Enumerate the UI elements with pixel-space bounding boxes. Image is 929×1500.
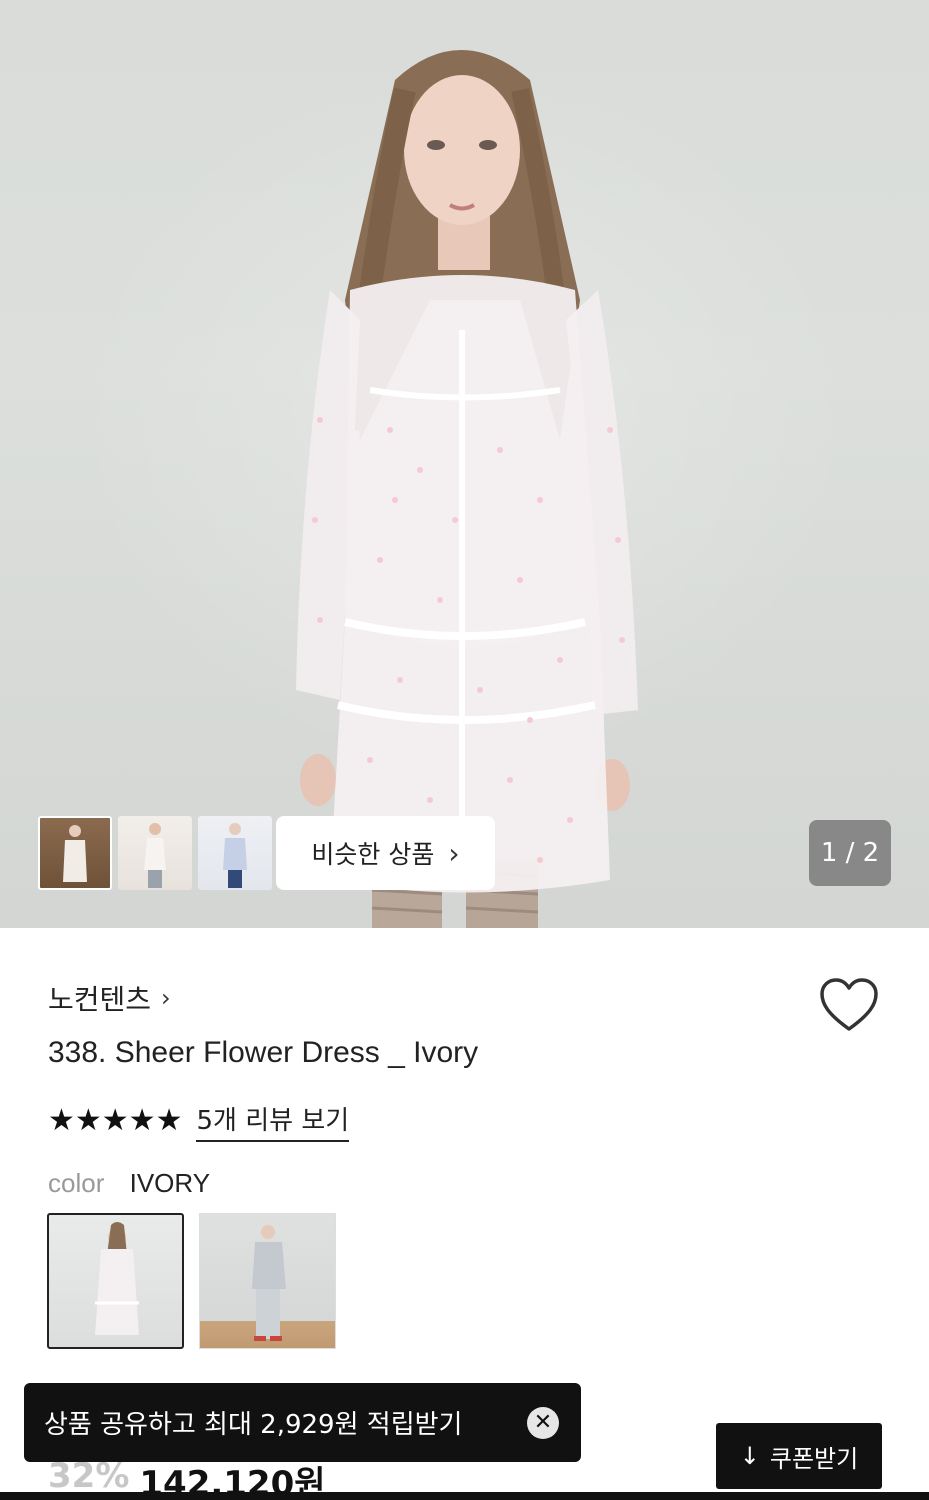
download-icon: ↓	[739, 1442, 760, 1470]
chevron-right-icon: ›	[161, 984, 171, 1012]
coupon-download-button[interactable]: ↓ 쿠폰받기	[716, 1423, 882, 1489]
thumbnail-figure	[223, 823, 247, 888]
gallery-thumbnail-1[interactable]	[38, 816, 112, 890]
brand-name: 노컨텐츠	[48, 983, 152, 1016]
gallery-thumbnail-2[interactable]	[118, 816, 192, 890]
model-photo	[296, 50, 638, 928]
bottom-bar	[0, 1492, 929, 1500]
color-option-2[interactable]	[199, 1213, 336, 1349]
brand-link[interactable]: 노컨텐츠 ›	[48, 978, 171, 1018]
image-page-indicator: 1 / 2	[809, 820, 891, 886]
chevron-right-icon: ›	[448, 836, 460, 870]
heart-icon[interactable]	[818, 976, 880, 1034]
share-reward-toast[interactable]: 상품 공유하고 최대 2,929원 적립받기 ✕	[24, 1383, 581, 1462]
rating-row: ★★★★★ 5개 리뷰 보기	[48, 1100, 350, 1142]
gallery-thumbnail-3[interactable]	[198, 816, 272, 890]
close-icon[interactable]: ✕	[527, 1407, 559, 1439]
color-label: color	[48, 1168, 105, 1198]
color-value: IVORY	[129, 1168, 211, 1198]
thumbnail-figure	[144, 823, 166, 888]
swatch-figure	[95, 1222, 139, 1335]
coupon-label: 쿠폰받기	[769, 1444, 859, 1473]
swatch-figure	[252, 1225, 286, 1341]
review-link[interactable]: 5개 리뷰 보기	[196, 1100, 350, 1142]
color-option-ivory[interactable]	[47, 1213, 184, 1349]
color-row: color IVORY	[48, 1168, 210, 1199]
product-main-image[interactable]	[0, 0, 929, 928]
product-title: 338. Sheer Flower Dress _ Ivory	[48, 1036, 479, 1069]
star-icon: ★★★★★	[48, 1103, 183, 1138]
similar-products-button[interactable]: 비슷한 상품 ›	[276, 816, 495, 890]
similar-products-label: 비슷한 상품	[311, 840, 435, 869]
thumbnail-figure	[63, 825, 87, 882]
toast-message: 상품 공유하고 최대 2,929원 적립받기	[44, 1410, 463, 1440]
